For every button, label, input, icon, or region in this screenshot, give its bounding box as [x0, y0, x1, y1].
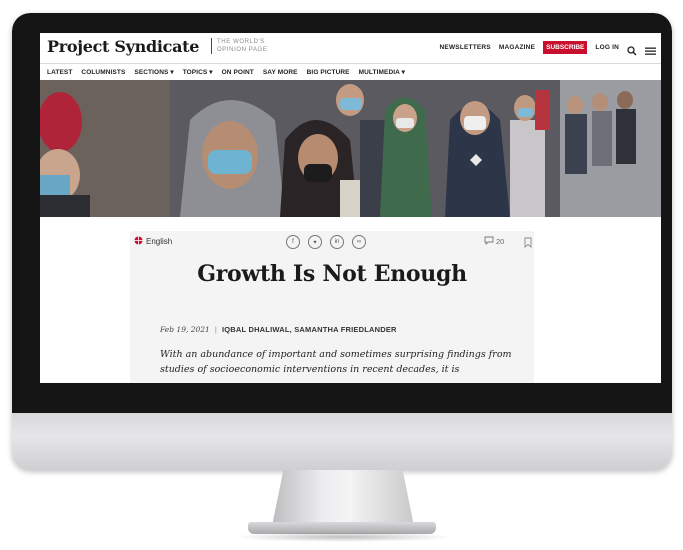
browser-screen: Project Syndicate THE WORLD'S OPINION PA… [40, 33, 661, 383]
article-title: Growth Is Not Enough [197, 261, 467, 287]
hero-image [40, 80, 661, 217]
site-logo[interactable]: Project Syndicate [47, 37, 199, 56]
search-icon[interactable] [627, 43, 637, 55]
comment-bubble-icon [484, 236, 494, 247]
site-header: Project Syndicate THE WORLD'S OPINION PA… [40, 33, 661, 64]
nav-item-big-picture[interactable]: BIG PICTURE [307, 69, 350, 76]
language-label: English [146, 237, 173, 246]
globe-icon [134, 236, 143, 247]
facebook-icon[interactable]: f [286, 235, 300, 249]
menu-icon[interactable] [645, 43, 656, 55]
nav-item-latest[interactable]: LATEST [47, 69, 72, 76]
monitor-chin [12, 413, 672, 470]
comment-count-value: 20 [496, 237, 505, 246]
section-nav: LATEST COLUMNISTS SECTIONS ▾ TOPICS ▾ ON… [40, 64, 661, 80]
comments-count[interactable]: 20 [484, 236, 504, 247]
linkedin-icon[interactable]: in [330, 235, 344, 249]
magazine-link[interactable]: MAGAZINE [499, 44, 535, 51]
subscribe-button[interactable]: SUBSCRIBE [543, 41, 588, 54]
stand-shadow [232, 532, 454, 542]
nav-item-sections[interactable]: SECTIONS ▾ [134, 68, 173, 76]
login-link[interactable]: LOG IN [595, 44, 619, 51]
twitter-icon[interactable]: ✦ [308, 235, 322, 249]
newsletters-link[interactable]: NEWSLETTERS [440, 44, 491, 51]
nav-item-columnists[interactable]: COLUMNISTS [81, 69, 125, 76]
nav-item-multimedia[interactable]: MULTIMEDIA ▾ [359, 68, 405, 76]
hero-photo-illustration [40, 80, 661, 217]
article-authors[interactable]: IQBAL DHALIWAL, SAMANTHA FRIEDLANDER [222, 325, 397, 334]
nav-item-say-more[interactable]: SAY MORE [263, 69, 298, 76]
article-date: Feb 19, 2021 [160, 325, 210, 334]
share-buttons: f ✦ in ∞ [286, 235, 366, 249]
link-icon[interactable]: ∞ [352, 235, 366, 249]
nav-item-topics[interactable]: TOPICS ▾ [183, 68, 213, 76]
nav-item-on-point[interactable]: ON POINT [222, 69, 254, 76]
article-byline: Feb 19, 2021 | IQBAL DHALIWAL, SAMANTHA … [160, 325, 397, 334]
header-links: NEWSLETTERS MAGAZINE SUBSCRIBE LOG IN [440, 41, 656, 55]
byline-separator: | [214, 325, 217, 334]
language-selector[interactable]: English [134, 236, 172, 247]
article-lede: With an abundance of important and somet… [160, 349, 512, 375]
site-tagline: THE WORLD'S OPINION PAGE [211, 38, 287, 54]
monitor-stand-neck [272, 470, 414, 526]
bookmark-icon[interactable] [524, 235, 532, 248]
